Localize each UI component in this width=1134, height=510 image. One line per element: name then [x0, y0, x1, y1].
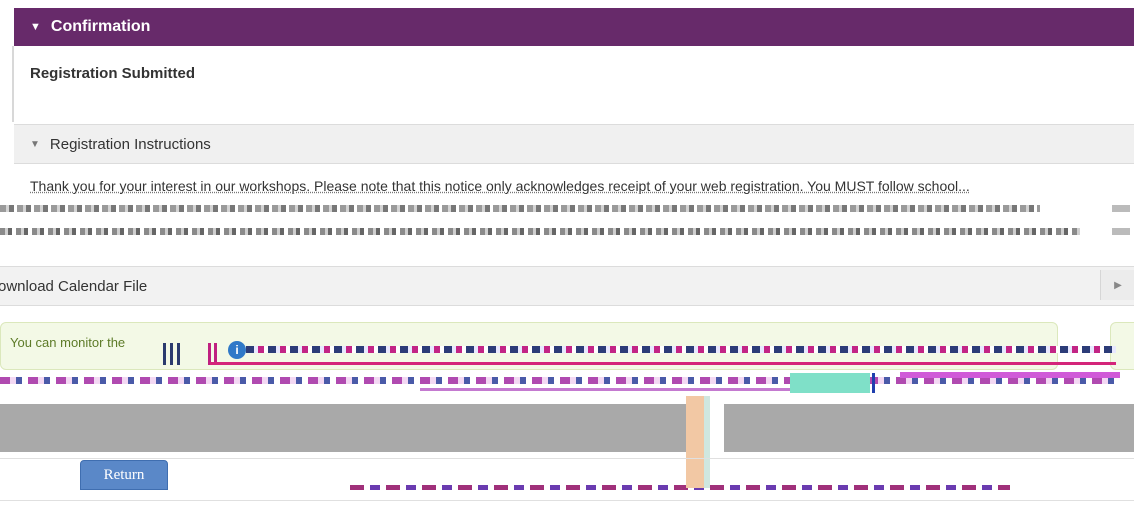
download-calendar-label: ownload Calendar File — [0, 277, 148, 295]
row-divider — [0, 500, 1134, 501]
caret-down-icon: ▼ — [30, 21, 41, 33]
panel-border — [12, 46, 14, 122]
caret-down-icon: ▼ — [30, 138, 40, 150]
registration-instructions-header[interactable]: ▼ Registration Instructions — [14, 124, 1134, 164]
grey-block-left — [0, 404, 686, 452]
confirmation-header[interactable]: ▼ Confirmation — [14, 8, 1134, 46]
info-icon: i — [228, 341, 246, 359]
column-artifact — [686, 396, 704, 488]
registration-notice: Thank you for your interest in our works… — [30, 178, 970, 194]
column-artifact-2 — [704, 396, 710, 488]
registration-instructions-title: Registration Instructions — [49, 135, 211, 153]
confirmation-title: Confirmation — [50, 18, 151, 35]
download-calendar-header[interactable]: ownload Calendar File — [0, 266, 1134, 306]
grey-block-right — [724, 404, 1134, 452]
return-button[interactable]: Return — [80, 460, 168, 490]
caret-right-icon[interactable]: ▶ — [1100, 270, 1134, 300]
monitor-text: You can monitor the — [10, 335, 126, 350]
registration-submitted-heading: Registration Submitted — [30, 65, 196, 82]
row-divider — [0, 458, 1134, 459]
